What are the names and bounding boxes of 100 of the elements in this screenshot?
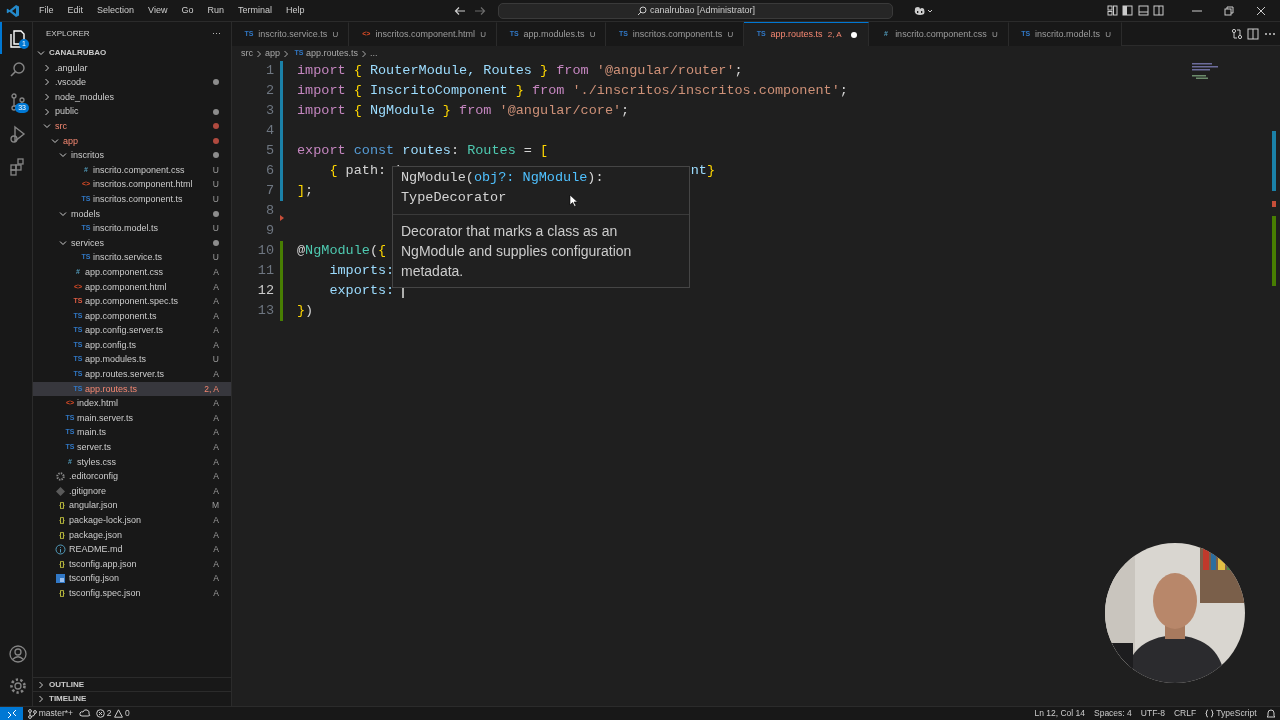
error-icon [95, 709, 105, 718]
chevron-icon[interactable] [59, 239, 67, 247]
menu-item[interactable]: Help [278, 3, 312, 18]
code-line: import { InscritoComponent } from './inscritos/inscritos.component'; [297, 82, 848, 100]
remote-icon [6, 708, 17, 719]
file-row[interactable]: tsconfig.json A [33, 571, 231, 586]
line-number: 2 [264, 82, 274, 100]
folder-row[interactable]: node_modules [33, 89, 231, 105]
line-number: 9 [264, 222, 274, 240]
documentation-text: Decorator that marks a class as an NgModule and supplies configuration metadata. [400, 222, 633, 281]
menu-item[interactable]: Terminal [230, 3, 279, 18]
chevron-icon[interactable] [43, 122, 51, 131]
secondary-sidebar-icon[interactable] [1153, 5, 1164, 16]
braces-icon [1205, 709, 1215, 718]
problems-status[interactable]: 2 0 [95, 707, 130, 720]
line-number: 5 [264, 142, 274, 160]
split-editor-icon[interactable] [1247, 27, 1259, 40]
menu-item[interactable]: Go [174, 3, 201, 18]
chevron-icon[interactable] [43, 107, 51, 116]
language-status[interactable]: TypeScript [1205, 707, 1257, 720]
search-icon [636, 5, 647, 16]
code-line: import { RouterModule, Routes } from '@angular/router'; [297, 62, 743, 80]
file-row[interactable]: .gitignore A [33, 483, 231, 499]
compare-changes-icon[interactable] [1230, 27, 1243, 40]
command-center[interactable]: canalrubao [Administrator] [498, 2, 894, 19]
chevron-icon [255, 49, 263, 58]
folder-row[interactable]: public [33, 104, 231, 119]
line-number: 8 [264, 202, 274, 220]
indentation-status[interactable]: Spaces: 4 [1094, 707, 1132, 720]
branch-icon [27, 708, 37, 719]
menu-item[interactable]: File [32, 3, 61, 18]
line-number: 13 [256, 302, 274, 320]
chevron-icon[interactable] [51, 136, 59, 145]
menu-item[interactable]: Edit [60, 3, 91, 18]
breadcrumb-item[interactable]: ... [370, 46, 378, 61]
close-icon[interactable] [1256, 5, 1266, 16]
files-icon[interactable] [7, 28, 28, 48]
chevron-icon[interactable] [37, 680, 45, 689]
code-line: nt} [690, 162, 716, 180]
settings-icon[interactable] [7, 676, 28, 696]
folder-row[interactable]: .vscode [33, 75, 231, 90]
more-actions-button[interactable]: ··· [212, 27, 221, 41]
sidebar-title: EXPLORER [46, 28, 90, 40]
menu-item[interactable]: View [141, 3, 175, 18]
folder-row[interactable]: src [33, 118, 231, 134]
breadcrumb-item[interactable]: app.routes.ts [306, 46, 359, 61]
mouse-pointer-icon [569, 194, 578, 207]
chevron-icon[interactable] [59, 209, 67, 218]
line-number: 10 [256, 242, 274, 260]
code-line: imports: [328, 262, 396, 280]
chevron-icon[interactable] [43, 78, 51, 87]
line-number: 3 [264, 102, 274, 120]
code-line: import { NgModule } from '@angular/core'; [297, 102, 630, 120]
line-number: 1 [264, 62, 274, 80]
back-arrow-icon[interactable] [454, 5, 467, 16]
info-icon [55, 544, 66, 555]
chevron-icon[interactable] [43, 93, 51, 102]
breadcrumb-item[interactable]: src [241, 46, 253, 61]
line-number: 12 [256, 282, 274, 300]
cursor-position[interactable]: Ln 12, Col 14 [1034, 707, 1085, 720]
section-header[interactable]: OUTLINE [33, 676, 231, 692]
chevron-icon[interactable] [37, 695, 45, 704]
chevron-icon [360, 49, 369, 58]
chevron-icon[interactable] [59, 151, 67, 160]
line-number: 7 [264, 182, 274, 200]
menu-item[interactable]: Selection [90, 3, 142, 18]
notifications-icon[interactable] [1265, 708, 1276, 719]
code-line: @NgModule({ [297, 242, 387, 260]
chevron-icon[interactable] [43, 63, 51, 72]
line-ending-status[interactable]: CRLF [1173, 707, 1197, 720]
logo-icon [6, 3, 20, 18]
menu-item[interactable]: Run [200, 3, 231, 18]
chevron-icon[interactable] [37, 49, 45, 58]
panel-icon[interactable] [1137, 5, 1149, 16]
line-number: 6 [264, 162, 274, 180]
account-icon[interactable] [7, 644, 28, 664]
folder-row[interactable]: inscritos [33, 148, 231, 163]
encoding-status[interactable]: UTF-8 [1140, 707, 1165, 720]
line-number: 4 [264, 122, 274, 140]
breadcrumb-item[interactable]: app [265, 46, 281, 61]
code-line: }) [297, 302, 314, 320]
file-row[interactable]: .editorconfig A [33, 469, 231, 484]
copilot-icon[interactable] [913, 5, 934, 16]
folder-row[interactable]: .angular [33, 60, 231, 76]
gear-icon [55, 471, 66, 482]
square-icon [55, 573, 66, 585]
unsaved-dot-icon[interactable] [849, 30, 858, 39]
layout-icon[interactable] [1106, 5, 1118, 16]
folder-row[interactable]: CANALRUBAO [33, 46, 231, 61]
folder-row[interactable]: services [33, 235, 231, 251]
branch-status[interactable]: master*+ [27, 707, 73, 720]
forward-arrow-icon[interactable] [474, 5, 487, 16]
sync-icon[interactable] [79, 709, 91, 718]
remote-button[interactable] [0, 706, 23, 720]
primary-sidebar-icon[interactable] [1122, 5, 1133, 16]
file-row[interactable]: README.md A [33, 542, 231, 557]
folder-row[interactable]: app [33, 133, 231, 149]
diamond-icon [55, 485, 66, 497]
restore-icon[interactable] [1224, 5, 1234, 16]
folder-row[interactable]: models [33, 206, 231, 222]
